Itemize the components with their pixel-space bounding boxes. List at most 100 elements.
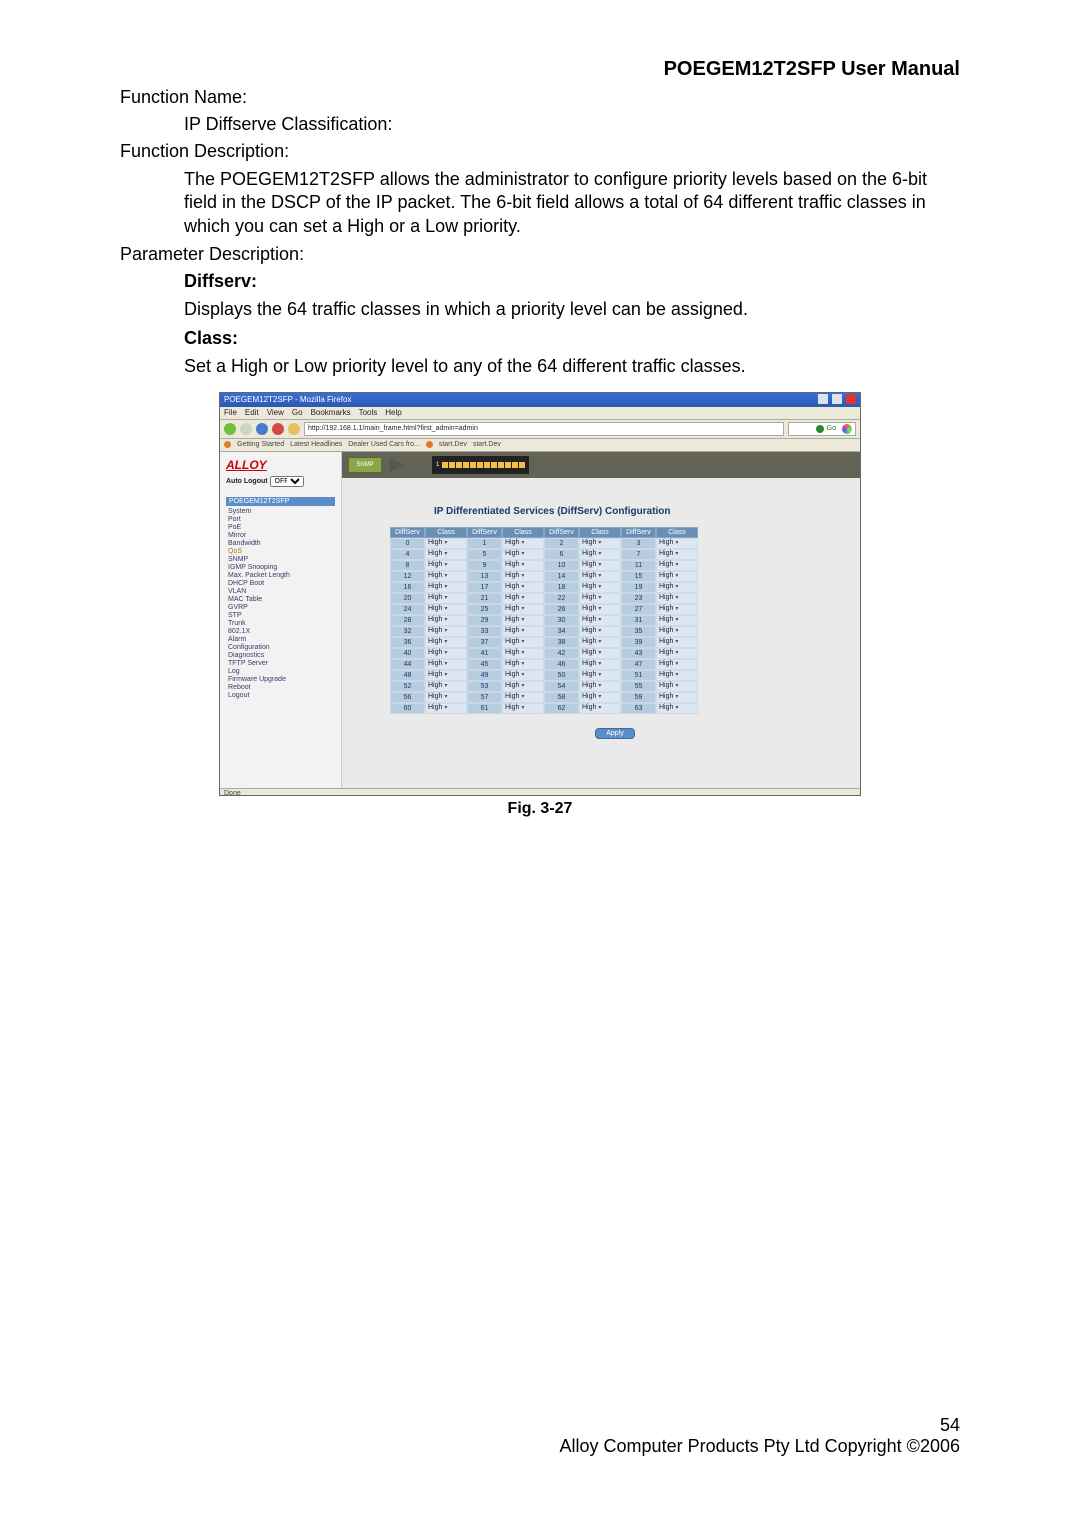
menu-edit[interactable]: Edit <box>245 408 259 417</box>
bookmark-item[interactable]: Dealer Used Cars fro... <box>348 441 420 448</box>
class-select[interactable]: High ▾ <box>502 549 544 560</box>
menu-tools[interactable]: Tools <box>359 408 378 417</box>
sidebar-item[interactable]: Configuration <box>226 644 335 652</box>
bookmark-item[interactable]: Latest Headlines <box>290 441 342 448</box>
sidebar-item[interactable]: SNMP <box>226 556 335 564</box>
sidebar-item[interactable]: Reboot <box>226 684 335 692</box>
class-select[interactable]: High ▾ <box>425 703 467 714</box>
bookmark-item[interactable]: Getting Started <box>237 441 284 448</box>
class-select[interactable]: High ▾ <box>425 681 467 692</box>
sidebar-item[interactable]: GVRP <box>226 604 335 612</box>
back-icon[interactable] <box>224 423 236 435</box>
class-select[interactable]: High ▾ <box>579 538 621 549</box>
class-select[interactable]: High ▾ <box>425 538 467 549</box>
class-select[interactable]: High ▾ <box>579 659 621 670</box>
class-select[interactable]: High ▾ <box>502 703 544 714</box>
class-select[interactable]: High ▾ <box>579 681 621 692</box>
sidebar-item[interactable]: TFTP Server <box>226 660 335 668</box>
sidebar-item[interactable]: Trunk <box>226 620 335 628</box>
sidebar-item[interactable]: VLAN <box>226 588 335 596</box>
class-select[interactable]: High ▾ <box>425 604 467 615</box>
class-select[interactable]: High ▾ <box>656 692 698 703</box>
class-select[interactable]: High ▾ <box>425 582 467 593</box>
sidebar-item[interactable]: Bandwidth <box>226 540 335 548</box>
sidebar-item[interactable]: Port <box>226 516 335 524</box>
class-select[interactable]: High ▾ <box>425 571 467 582</box>
sidebar-item[interactable]: Mirror <box>226 532 335 540</box>
class-select[interactable]: High ▾ <box>425 692 467 703</box>
home-icon[interactable] <box>288 423 300 435</box>
class-select[interactable]: High ▾ <box>502 681 544 692</box>
sidebar-item[interactable]: Diagnostics <box>226 652 335 660</box>
class-select[interactable]: High ▾ <box>656 659 698 670</box>
class-select[interactable]: High ▾ <box>579 670 621 681</box>
reload-icon[interactable] <box>256 423 268 435</box>
class-select[interactable]: High ▾ <box>579 692 621 703</box>
class-select[interactable]: High ▾ <box>502 615 544 626</box>
maximize-icon[interactable] <box>832 394 842 404</box>
sidebar-item[interactable]: STP <box>226 612 335 620</box>
class-select[interactable]: High ▾ <box>502 670 544 681</box>
class-select[interactable]: High ▾ <box>656 593 698 604</box>
menu-bookmarks[interactable]: Bookmarks <box>311 408 351 417</box>
class-select[interactable]: High ▾ <box>425 549 467 560</box>
class-select[interactable]: High ▾ <box>502 659 544 670</box>
class-select[interactable]: High ▾ <box>502 637 544 648</box>
class-select[interactable]: High ▾ <box>579 648 621 659</box>
sidebar-item[interactable]: DHCP Boot <box>226 580 335 588</box>
class-select[interactable]: High ▾ <box>502 692 544 703</box>
class-select[interactable]: High ▾ <box>579 549 621 560</box>
auto-logout-select[interactable]: OFF <box>270 476 304 487</box>
sidebar-item[interactable]: Logout <box>226 692 335 700</box>
menu-view[interactable]: View <box>267 408 284 417</box>
class-select[interactable]: High ▾ <box>502 648 544 659</box>
sidebar-item[interactable]: Log <box>226 668 335 676</box>
sidebar-item[interactable]: IGMP Snooping <box>226 564 335 572</box>
class-select[interactable]: High ▾ <box>425 626 467 637</box>
apply-button[interactable]: Apply <box>595 728 635 739</box>
sidebar-item[interactable]: Alarm <box>226 636 335 644</box>
bookmark-item[interactable]: start.Dev <box>473 441 501 448</box>
class-select[interactable]: High ▾ <box>656 670 698 681</box>
class-select[interactable]: High ▾ <box>425 659 467 670</box>
class-select[interactable]: High ▾ <box>656 538 698 549</box>
sidebar-item[interactable]: System <box>226 508 335 516</box>
menu-help[interactable]: Help <box>385 408 401 417</box>
go-button[interactable]: Go <box>788 422 856 436</box>
class-select[interactable]: High ▾ <box>656 681 698 692</box>
class-select[interactable]: High ▾ <box>425 615 467 626</box>
class-select[interactable]: High ▾ <box>502 626 544 637</box>
class-select[interactable]: High ▾ <box>579 604 621 615</box>
class-select[interactable]: High ▾ <box>656 615 698 626</box>
class-select[interactable]: High ▾ <box>656 571 698 582</box>
sidebar-item[interactable]: QoS <box>226 548 335 556</box>
class-select[interactable]: High ▾ <box>502 604 544 615</box>
class-select[interactable]: High ▾ <box>425 637 467 648</box>
address-bar[interactable]: http://192.168.1.1/main_frame.html?first… <box>304 422 784 436</box>
sidebar-item[interactable]: Max. Packet Length <box>226 572 335 580</box>
sidebar-item[interactable]: PoE <box>226 524 335 532</box>
class-select[interactable]: High ▾ <box>425 670 467 681</box>
sidebar-item[interactable]: Firmware Upgrade <box>226 676 335 684</box>
class-select[interactable]: High ▾ <box>502 538 544 549</box>
class-select[interactable]: High ▾ <box>656 703 698 714</box>
class-select[interactable]: High ▾ <box>579 560 621 571</box>
class-select[interactable]: High ▾ <box>502 582 544 593</box>
sidebar-item[interactable]: 802.1X <box>226 628 335 636</box>
sidebar-item[interactable]: MAC Table <box>226 596 335 604</box>
class-select[interactable]: High ▾ <box>656 582 698 593</box>
class-select[interactable]: High ▾ <box>579 637 621 648</box>
class-select[interactable]: High ▾ <box>425 593 467 604</box>
class-select[interactable]: High ▾ <box>579 582 621 593</box>
menu-go[interactable]: Go <box>292 408 303 417</box>
minimize-icon[interactable] <box>818 394 828 404</box>
class-select[interactable]: High ▾ <box>425 648 467 659</box>
class-select[interactable]: High ▾ <box>425 560 467 571</box>
class-select[interactable]: High ▾ <box>656 560 698 571</box>
class-select[interactable]: High ▾ <box>656 648 698 659</box>
class-select[interactable]: High ▾ <box>579 703 621 714</box>
class-select[interactable]: High ▾ <box>656 549 698 560</box>
class-select[interactable]: High ▾ <box>502 571 544 582</box>
close-icon[interactable] <box>846 394 856 404</box>
menu-file[interactable]: File <box>224 408 237 417</box>
